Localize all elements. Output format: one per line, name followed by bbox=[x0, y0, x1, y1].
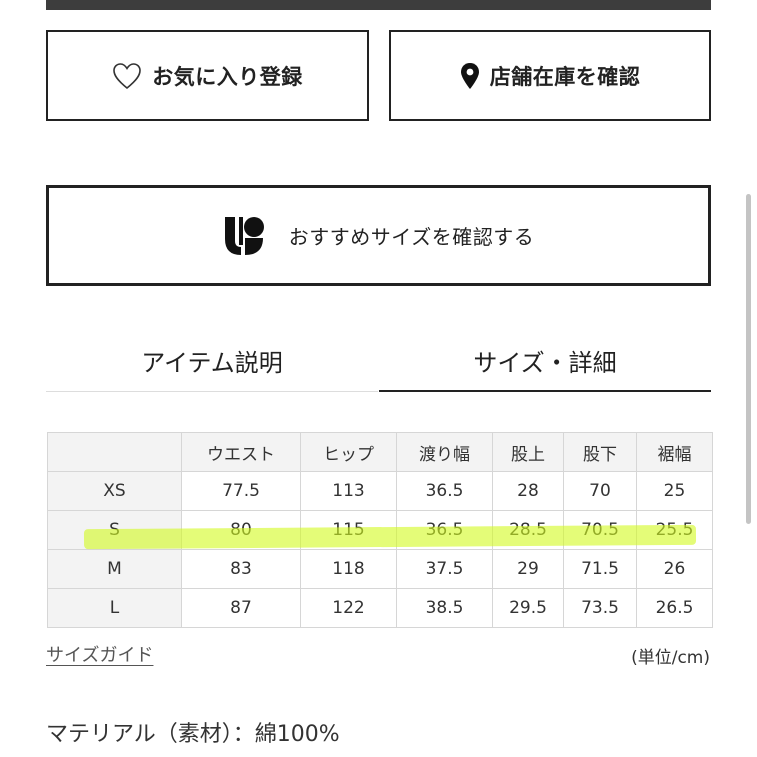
table-cell: 25 bbox=[636, 471, 713, 511]
table-cell: 71.5 bbox=[563, 549, 637, 589]
table-cell: 29 bbox=[492, 549, 564, 589]
table-cell: 77.5 bbox=[181, 471, 301, 511]
table-cell: 113 bbox=[300, 471, 397, 511]
store-stock-button-label: 店舗在庫を確認 bbox=[489, 64, 641, 89]
favorite-button-label: お気に入り登録 bbox=[152, 64, 303, 89]
table-cell: 80 bbox=[181, 510, 301, 550]
table-cell: 38.5 bbox=[396, 588, 493, 628]
unit-note: (単位/cm) bbox=[631, 648, 710, 668]
size-label-cell: M bbox=[47, 549, 182, 589]
store-stock-button[interactable]: 店舗在庫を確認 bbox=[389, 30, 711, 121]
table-cell: 70 bbox=[563, 471, 637, 511]
heart-outline-icon bbox=[112, 62, 142, 90]
table-cell: 118 bbox=[300, 549, 397, 589]
header-cell-hem: 裾幅 bbox=[636, 432, 713, 472]
header-cell-rise: 股上 bbox=[492, 432, 564, 472]
header-cell-thigh: 渡り幅 bbox=[396, 432, 493, 472]
location-pin-icon bbox=[460, 62, 480, 90]
size-table-header-row: ウエスト ヒップ 渡り幅 股上 股下 裾幅 bbox=[47, 432, 713, 472]
scrollbar[interactable] bbox=[746, 194, 751, 524]
header-cell-inseam: 股下 bbox=[563, 432, 637, 472]
recommend-size-button-label: おすすめサイズを確認する bbox=[288, 225, 535, 249]
table-cell: 29.5 bbox=[492, 588, 564, 628]
size-guide-link[interactable]: サイズガイド bbox=[46, 641, 153, 667]
table-row: M 83 118 37.5 29 71.5 26 bbox=[47, 549, 713, 589]
table-cell: 36.5 bbox=[396, 510, 493, 550]
table-cell: 37.5 bbox=[396, 549, 493, 589]
table-cell: 122 bbox=[300, 588, 397, 628]
size-table: ウエスト ヒップ 渡り幅 股上 股下 裾幅 XS 77.5 113 36.5 2… bbox=[47, 432, 713, 628]
table-row: L 87 122 38.5 29.5 73.5 26.5 bbox=[47, 588, 713, 628]
table-cell: 28 bbox=[492, 471, 564, 511]
detail-tabs: アイテム説明 サイズ・詳細 bbox=[46, 330, 711, 392]
table-row: XS 77.5 113 36.5 28 70 25 bbox=[47, 471, 713, 511]
table-cell: 115 bbox=[300, 510, 397, 550]
size-label-cell: L bbox=[47, 588, 182, 628]
table-cell: 26 bbox=[636, 549, 713, 589]
top-bar bbox=[46, 0, 711, 10]
table-cell: 73.5 bbox=[563, 588, 637, 628]
table-cell: 87 bbox=[181, 588, 301, 628]
table-cell: 28.5 bbox=[492, 510, 564, 550]
table-cell: 70.5 bbox=[563, 510, 637, 550]
favorite-button[interactable]: お気に入り登録 bbox=[46, 30, 369, 121]
recommend-size-button[interactable]: おすすめサイズを確認する bbox=[46, 185, 711, 286]
header-cell-waist: ウエスト bbox=[181, 432, 301, 472]
brand-logo-icon bbox=[223, 215, 265, 257]
header-cell-hip: ヒップ bbox=[300, 432, 397, 472]
tab-item-description[interactable]: アイテム説明 bbox=[46, 330, 378, 392]
tab-size-details[interactable]: サイズ・詳細 bbox=[379, 330, 711, 392]
size-label-cell: S bbox=[47, 510, 182, 550]
table-cell: 25.5 bbox=[636, 510, 713, 550]
table-cell: 83 bbox=[181, 549, 301, 589]
material-text: マテリアル（素材）：綿100% bbox=[46, 722, 340, 747]
table-cell: 26.5 bbox=[636, 588, 713, 628]
table-cell: 36.5 bbox=[396, 471, 493, 511]
size-label-cell: XS bbox=[47, 471, 182, 511]
header-cell-corner bbox=[47, 432, 182, 472]
table-row: S 80 115 36.5 28.5 70.5 25.5 bbox=[47, 510, 713, 550]
